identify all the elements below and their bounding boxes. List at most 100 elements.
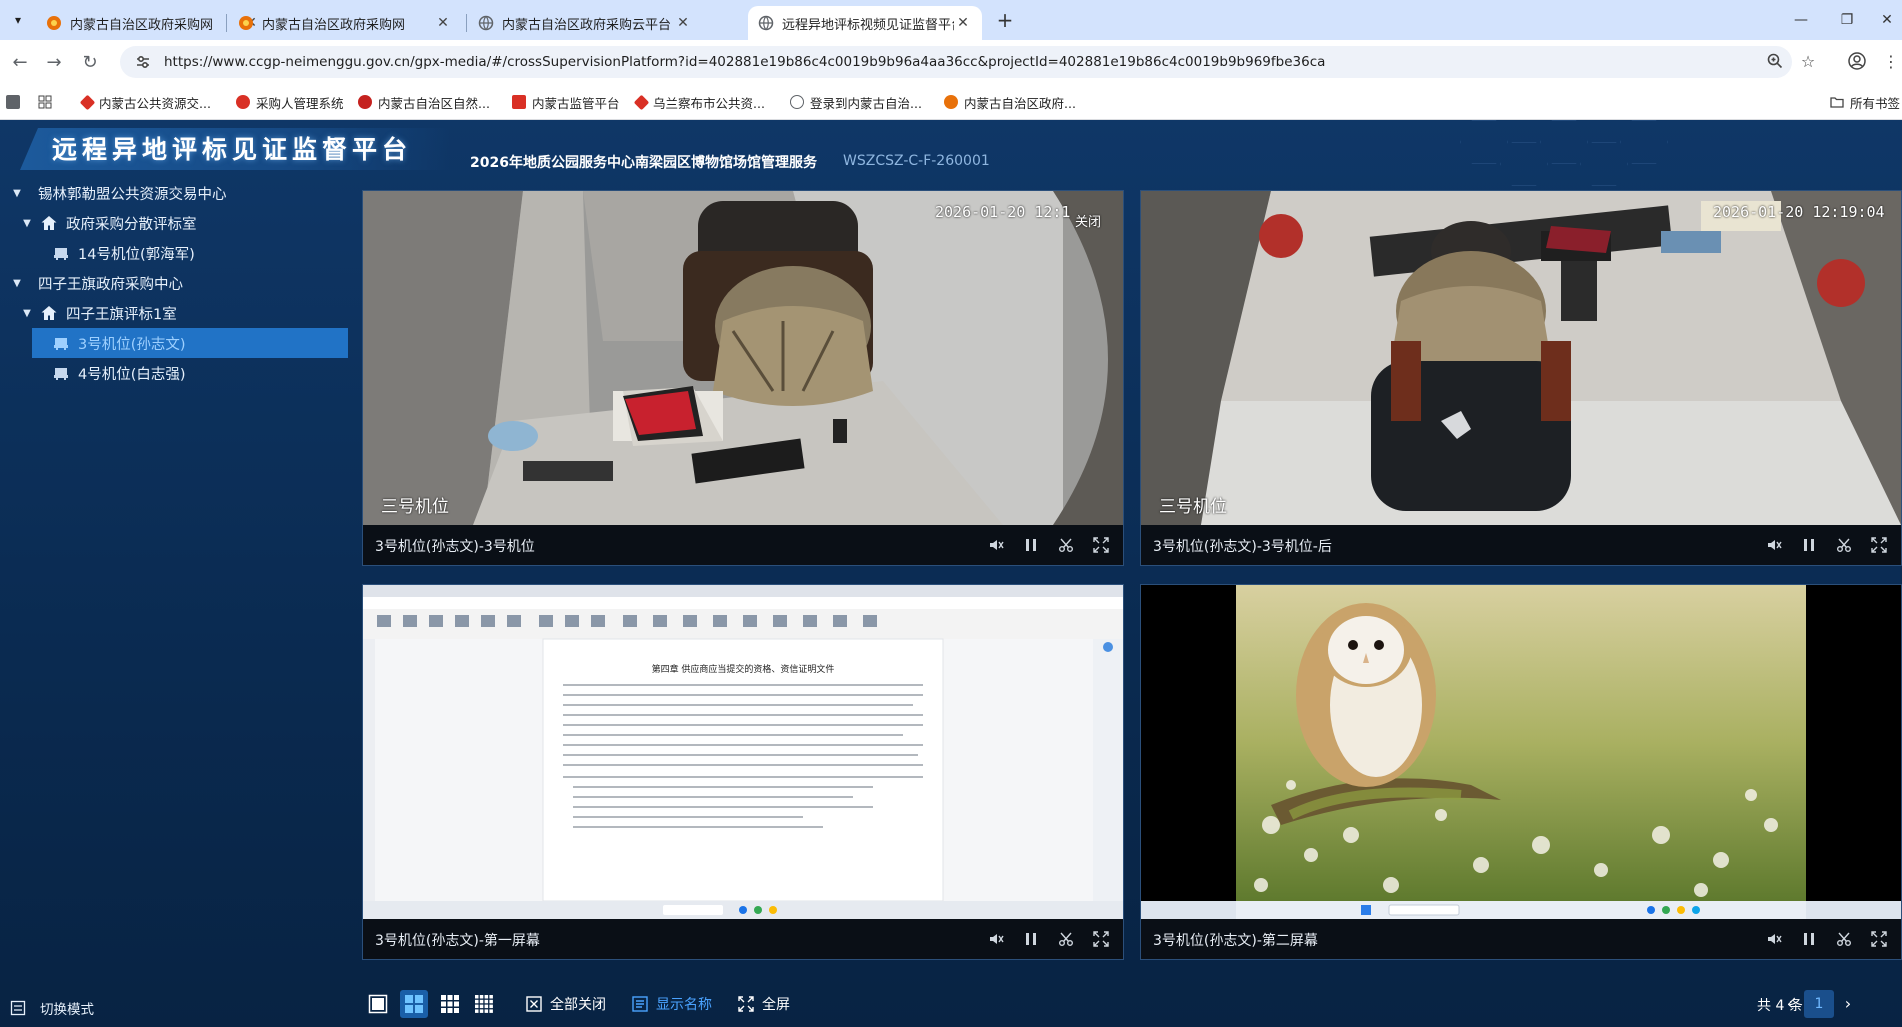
bookmark-2[interactable]: 采购人管理系统 [236, 92, 344, 112]
caret-down-icon[interactable]: ▼ [12, 188, 22, 199]
bookmark-1[interactable]: 内蒙古公共资源交... [79, 92, 211, 112]
screenshot-scissors-icon[interactable] [1056, 535, 1076, 555]
close-all-button[interactable]: 全部关闭 [526, 994, 606, 1014]
pause-icon[interactable] [1021, 929, 1041, 949]
current-page[interactable]: 1 [1804, 990, 1834, 1018]
layout-3x3-button[interactable] [436, 990, 464, 1018]
video-cell-rear-camera[interactable]: 2026-01-20 12:19:04 三号机位 3号机位(孙志文)-3号机位-… [1140, 190, 1902, 566]
video-stream-front-camera[interactable]: 2026-01-20 12:1 关闭 三号机位 [363, 191, 1123, 525]
video-cell-first-screen[interactable]: 第四章 供应商应当提交的资格、资信证明文件 3号机位(孙志文)-第一屏幕 [362, 584, 1124, 960]
tree-seat-14[interactable]: 14号机位(郭海军) [0, 238, 350, 268]
minimize-icon[interactable]: — [1781, 6, 1821, 34]
layout-single-icon [368, 994, 388, 1014]
pause-icon[interactable] [1799, 929, 1819, 949]
tree-seat-3-selected[interactable]: 3号机位(孙志文) [0, 328, 350, 358]
video-cell-front-camera[interactable]: 2026-01-20 12:1 关闭 三号机位 3号机位(孙志文)-3号机位 [362, 190, 1124, 566]
apps-grid-icon[interactable] [38, 92, 52, 112]
tree-seat-4[interactable]: 4号机位(白志强) [0, 358, 350, 388]
show-name-toggle[interactable]: 显示名称 [632, 994, 712, 1014]
bookmark-favicon-icon [512, 95, 526, 109]
fullscreen-all-button[interactable]: 全屏 [738, 994, 790, 1014]
folder-icon [1830, 97, 1844, 108]
tab-search-dropdown-icon[interactable]: ▾ [6, 8, 30, 32]
sidebar-toggle-icon[interactable] [6, 92, 26, 112]
caret-down-icon[interactable]: ▼ [22, 218, 32, 229]
osd-close-label[interactable]: 关闭 [1075, 211, 1101, 230]
tab-title: 内蒙古自治区政府采购云平台 [502, 17, 672, 33]
project-code: WSZCSZ-C-F-260001 [843, 153, 990, 169]
forward-arrow-icon[interactable]: → [42, 50, 66, 74]
fullscreen-icon[interactable] [1091, 535, 1111, 555]
tree-room-siziwang-1[interactable]: ▼ 四子王旗评标1室 [0, 298, 350, 328]
layout-4x4-button[interactable] [470, 990, 498, 1018]
bookmark-favicon-icon [79, 94, 96, 110]
bookmark-star-icon[interactable]: ☆ [1797, 50, 1819, 72]
bookmark-7[interactable]: 内蒙古自治区政府... [944, 92, 1076, 112]
fullscreen-icon[interactable] [1869, 929, 1889, 949]
video-cell-second-screen[interactable]: 3号机位(孙志文)-第二屏幕 [1140, 584, 1902, 960]
video-stream-rear-camera[interactable]: 2026-01-20 12:19:04 三号机位 [1141, 191, 1901, 525]
screenshot-scissors-icon[interactable] [1834, 535, 1854, 555]
close-icon[interactable]: ✕ [954, 15, 972, 31]
url-text: https://www.ccgp-neimenggu.gov.cn/gpx-me… [164, 54, 1326, 70]
tab-title: 内蒙古自治区政府采购网 [262, 17, 406, 33]
layout-1x1-button[interactable] [364, 990, 392, 1018]
globe-icon [790, 95, 804, 109]
browser-tab-strip: ▾ 内蒙古自治区政府采购网 ✕ 内蒙古自治区政府采购网 ✕ 内蒙古自治区政府采购… [0, 0, 1902, 40]
video-stream-second-screen[interactable] [1141, 585, 1901, 919]
menu-kebab-icon[interactable]: ⋮ [1880, 50, 1902, 72]
browser-tab-3[interactable]: 内蒙古自治区政府采购云平台 ✕ [468, 6, 702, 40]
globe-icon [478, 15, 494, 31]
window-close-icon[interactable]: ✕ [1867, 6, 1902, 34]
tree-org-xilinguole[interactable]: ▼ 锡林郭勒盟公共资源交易中心 [0, 178, 350, 208]
close-icon[interactable]: ✕ [674, 15, 692, 31]
video-frame-image [1141, 191, 1901, 525]
close-icon[interactable]: ✕ [434, 15, 452, 31]
expand-icon [738, 996, 754, 1012]
tree-room-gov-procurement[interactable]: ▼ 政府采购分散评标室 [0, 208, 350, 238]
fullscreen-icon[interactable] [1869, 535, 1889, 555]
hex-decoration [1540, 120, 1588, 164]
reload-icon[interactable]: ↻ [78, 50, 102, 74]
tree-org-siziwang[interactable]: ▼ 四子王旗政府采购中心 [0, 268, 350, 298]
bookmark-6[interactable]: 登录到内蒙古自治... [790, 92, 922, 112]
caret-down-icon[interactable]: ▼ [22, 308, 32, 319]
pause-icon[interactable] [1799, 535, 1819, 555]
tab-separator [226, 14, 227, 32]
document-heading: 第四章 供应商应当提交的资格、资信证明文件 [651, 665, 835, 675]
restore-icon[interactable]: ❐ [1827, 6, 1867, 34]
osd-camera-label: 三号机位 [381, 497, 449, 517]
prev-page-icon[interactable]: ‹ [1780, 992, 1800, 1014]
mute-icon[interactable] [1764, 929, 1784, 949]
all-bookmarks-folder[interactable]: 所有书签 [1830, 92, 1900, 112]
zoom-icon[interactable] [1764, 50, 1786, 72]
mute-icon[interactable] [986, 535, 1006, 555]
new-tab-icon[interactable]: + [993, 8, 1017, 32]
mute-icon[interactable] [1764, 535, 1784, 555]
browser-toolbar: ← → ↻ https://www.ccgp-neimenggu.gov.cn/… [0, 40, 1902, 84]
screenshot-scissors-icon[interactable] [1834, 929, 1854, 949]
switch-mode-button[interactable]: 切换模式 [10, 998, 94, 1018]
bookmark-5[interactable]: 乌兰察布市公共资... [633, 92, 765, 112]
home-icon [41, 306, 57, 320]
video-stream-first-screen[interactable]: 第四章 供应商应当提交的资格、资信证明文件 [363, 585, 1123, 919]
browser-tab-4-active[interactable]: 远程异地评标视频见证监督平台 ✕ [748, 6, 982, 40]
site-settings-icon[interactable] [134, 53, 152, 71]
layout-2x2-button[interactable] [400, 990, 428, 1018]
bookmark-3[interactable]: 内蒙古自治区自然... [358, 92, 490, 112]
fullscreen-icon[interactable] [1091, 929, 1111, 949]
globe-icon [758, 15, 774, 31]
profile-icon[interactable] [1846, 50, 1868, 72]
bookmark-favicon-icon [633, 94, 650, 110]
address-bar[interactable]: https://www.ccgp-neimenggu.gov.cn/gpx-me… [120, 46, 1792, 78]
back-arrow-icon[interactable]: ← [8, 50, 32, 74]
caret-down-icon[interactable]: ▼ [12, 278, 22, 289]
screenshot-scissors-icon[interactable] [1056, 929, 1076, 949]
bookmark-favicon-icon [236, 95, 250, 109]
pause-icon[interactable] [1021, 535, 1041, 555]
osd-camera-label: 三号机位 [1159, 497, 1227, 517]
bookmark-4[interactable]: 内蒙古监管平台 [512, 92, 620, 112]
next-page-icon[interactable]: › [1838, 992, 1858, 1014]
browser-tab-2[interactable]: 内蒙古自治区政府采购网 ✕ [228, 6, 462, 40]
mute-icon[interactable] [986, 929, 1006, 949]
